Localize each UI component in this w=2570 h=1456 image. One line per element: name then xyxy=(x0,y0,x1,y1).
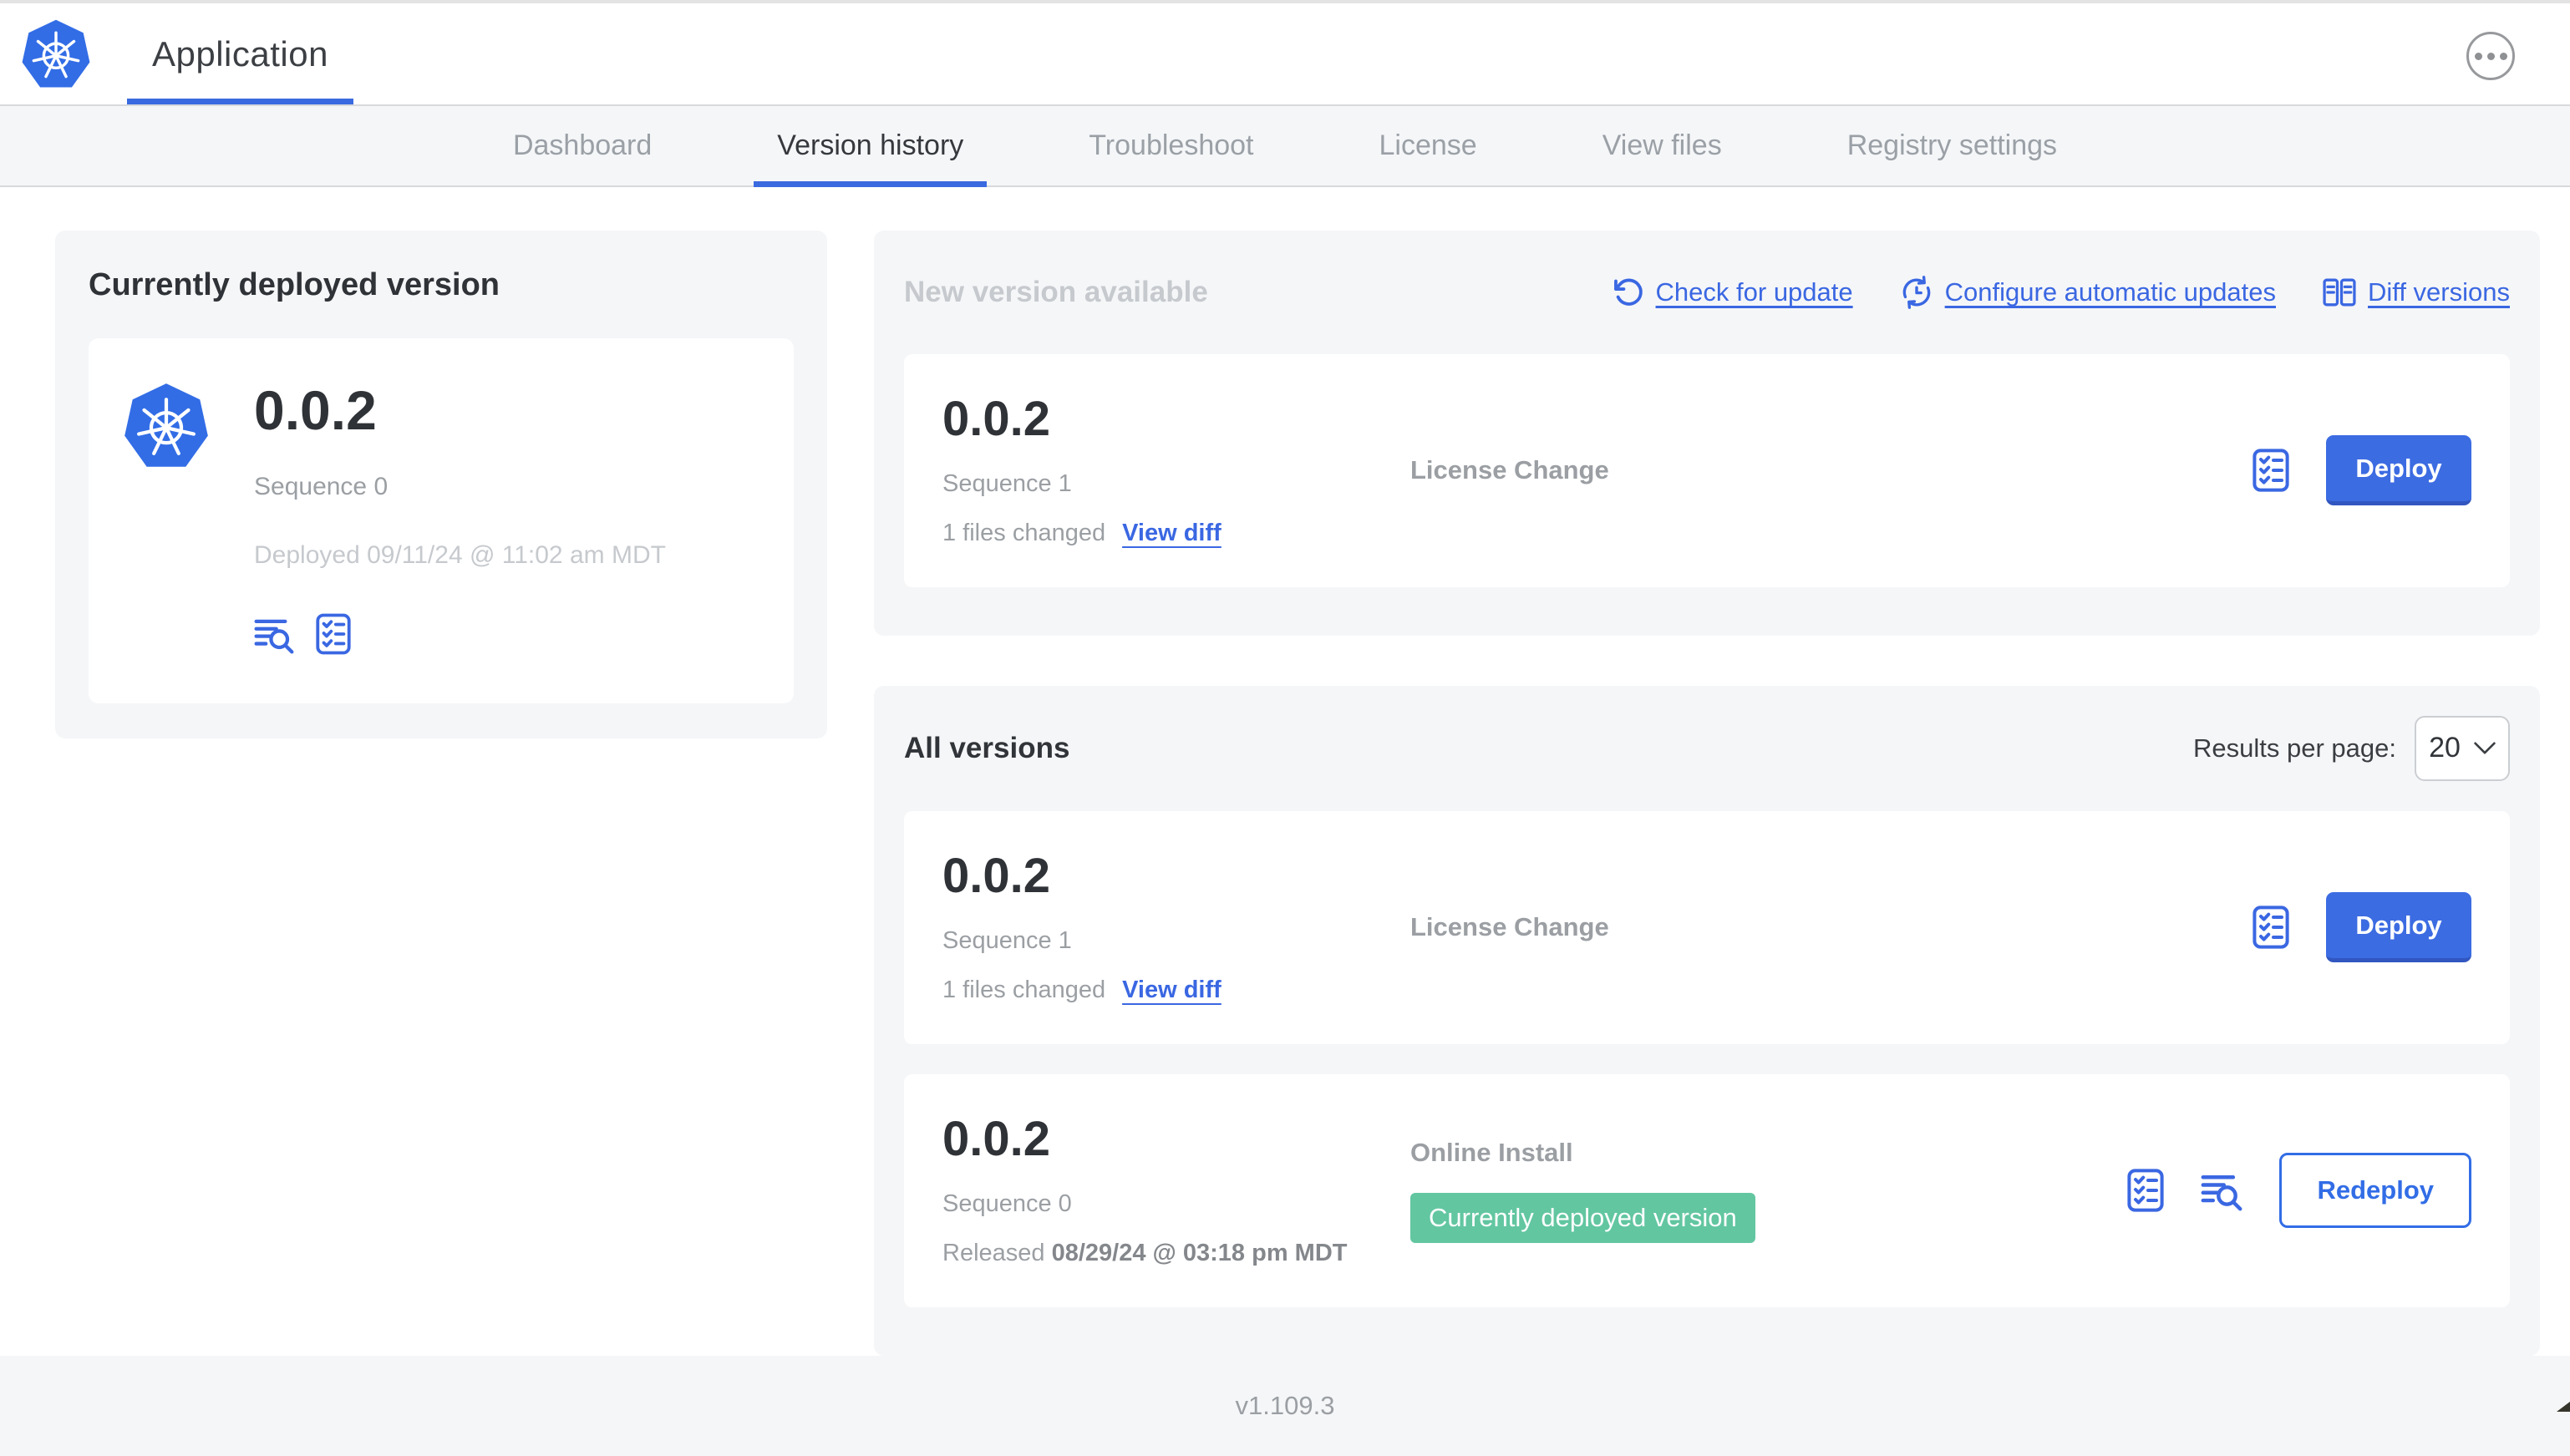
version-source-label: License Change xyxy=(1410,455,1609,485)
row-sequence: Sequence 0 xyxy=(942,1190,1072,1217)
results-per-page-select[interactable]: 20 xyxy=(2415,715,2510,781)
more-options-button[interactable] xyxy=(2466,32,2515,80)
tab-view-files[interactable]: View files xyxy=(1579,106,1745,185)
all-versions-heading: All versions xyxy=(904,731,1070,764)
version-source-label: Online Install xyxy=(1410,1138,1573,1168)
deployed-sequence: Sequence 0 xyxy=(254,473,389,501)
main-content: Currently deployed version 0.0.2 Sequenc… xyxy=(0,187,2570,1356)
tab-license[interactable]: License xyxy=(1356,106,1501,185)
row-version-number: 0.0.2 xyxy=(942,1111,1050,1166)
configure-automatic-updates-link[interactable]: Configure automatic updates xyxy=(1900,276,2276,309)
app-header: Application xyxy=(0,3,2570,104)
currently-deployed-badge: Currently deployed version xyxy=(1410,1193,1755,1244)
main-nav: Dashboard Version history Troubleshoot L… xyxy=(0,104,2570,187)
currently-deployed-panel: Currently deployed version 0.0.2 Sequenc… xyxy=(55,231,827,739)
new-version-heading: New version available xyxy=(904,276,1208,308)
version-row: 0.0.2 Sequence 1 1 files changed View di… xyxy=(904,810,2510,1044)
released-date: 08/29/24 @ 03:18 pm MDT xyxy=(1051,1239,1348,1266)
files-changed-label: 1 files changed xyxy=(942,519,1106,546)
released-label: Released xyxy=(942,1239,1045,1266)
refresh-icon xyxy=(1613,276,1644,308)
view-diff-link[interactable]: View diff xyxy=(1122,977,1222,1004)
row-version-number: 0.0.2 xyxy=(942,392,1050,446)
row-sequence: Sequence 1 xyxy=(942,926,1072,954)
console-version-label: v1.109.3 xyxy=(1235,1390,1335,1420)
tab-dashboard[interactable]: Dashboard xyxy=(490,106,675,185)
all-versions-panel: All versions Results per page: 20 0.0.2 … xyxy=(874,685,2540,1356)
footer: v1.109.3 xyxy=(0,1355,2570,1456)
preflight-checks-icon[interactable] xyxy=(2253,449,2289,493)
preflight-checks-icon[interactable] xyxy=(316,613,351,655)
row-sequence: Sequence 1 xyxy=(942,469,1072,497)
version-row: 0.0.2 Sequence 0 Released 08/29/24 @ 03:… xyxy=(904,1073,2510,1307)
preflight-checks-icon[interactable] xyxy=(2253,906,2289,949)
chevron-down-icon xyxy=(2474,742,2496,754)
check-for-update-link[interactable]: Check for update xyxy=(1613,276,1853,308)
kubernetes-app-icon xyxy=(122,382,211,470)
view-logs-icon[interactable] xyxy=(2201,1169,2242,1211)
files-changed-label: 1 files changed xyxy=(942,976,1106,1003)
diff-icon xyxy=(2323,276,2356,309)
new-version-row: 0.0.2 Sequence 1 1 files changed View di… xyxy=(904,354,2510,587)
tab-registry-settings[interactable]: Registry settings xyxy=(1824,106,2080,185)
deployed-timestamp: Deployed 09/11/24 @ 11:02 am MDT xyxy=(254,541,666,570)
kubernetes-logo-icon xyxy=(20,18,92,90)
tab-version-history[interactable]: Version history xyxy=(754,106,988,187)
deployed-version-number: 0.0.2 xyxy=(254,379,377,441)
preflight-checks-icon[interactable] xyxy=(2127,1169,2165,1212)
deployed-version-card: 0.0.2 Sequence 0 Deployed 09/11/24 @ 11:… xyxy=(89,338,794,704)
view-logs-icon[interactable] xyxy=(254,614,294,654)
cursor-artifact xyxy=(2557,1402,2570,1412)
auto-update-clock-icon xyxy=(1900,276,1933,309)
row-version-number: 0.0.2 xyxy=(942,848,1050,903)
results-per-page-label: Results per page: xyxy=(2193,733,2396,763)
version-source-label: License Change xyxy=(1410,912,1609,942)
currently-deployed-heading: Currently deployed version xyxy=(89,267,500,302)
deploy-button[interactable]: Deploy xyxy=(2326,435,2471,506)
redeploy-button[interactable]: Redeploy xyxy=(2279,1153,2471,1229)
deploy-button[interactable]: Deploy xyxy=(2326,892,2471,963)
app-title-tab[interactable]: Application xyxy=(127,3,353,104)
view-diff-link[interactable]: View diff xyxy=(1122,520,1222,547)
new-version-panel: New version available Check for update C… xyxy=(874,231,2540,636)
ellipsis-icon xyxy=(2474,52,2482,60)
diff-versions-link[interactable]: Diff versions xyxy=(2323,276,2510,309)
tab-troubleshoot[interactable]: Troubleshoot xyxy=(1065,106,1277,185)
app-title: Application xyxy=(152,33,328,74)
